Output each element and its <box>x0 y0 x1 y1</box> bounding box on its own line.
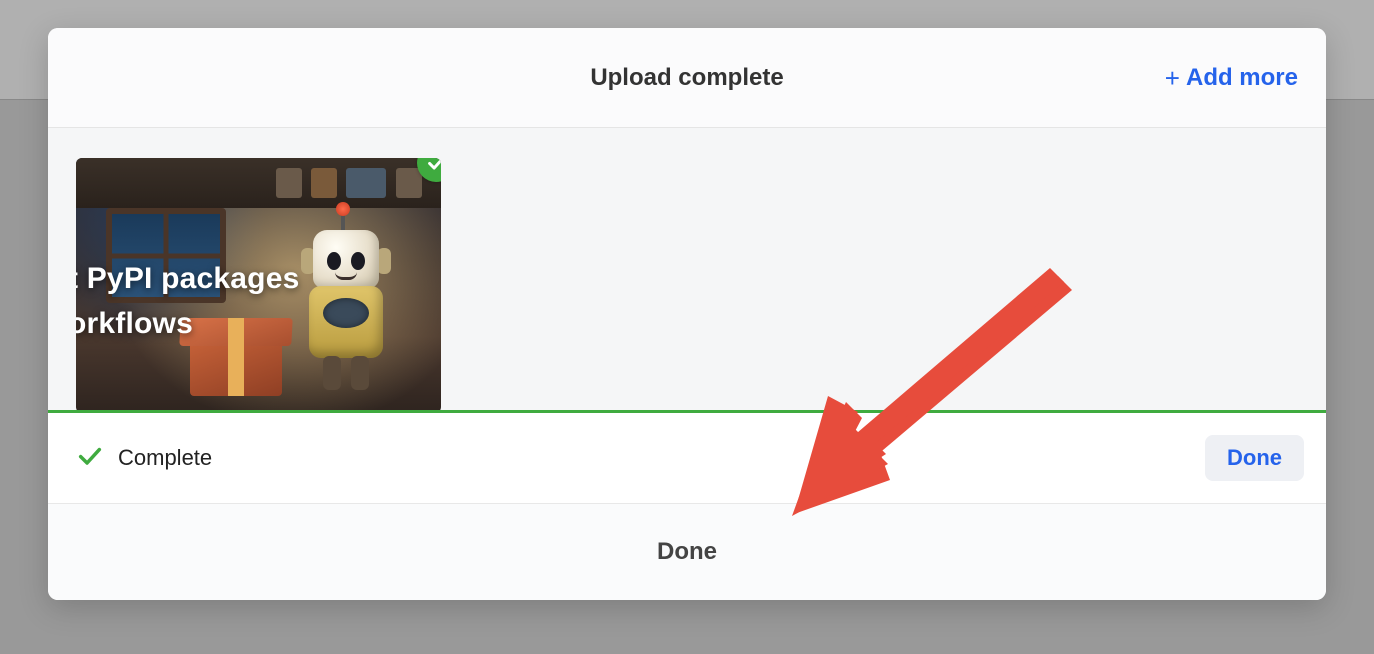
upload-progress-bar <box>48 410 1326 413</box>
status-text: Complete <box>118 445 212 471</box>
thumbnail-overlay-text: t PyPI packages orkflows <box>76 256 299 346</box>
done-button-inline[interactable]: Done <box>1205 435 1304 481</box>
plus-icon: + <box>1165 65 1180 91</box>
modal-footer: Done <box>48 504 1326 600</box>
add-more-button[interactable]: + Add more <box>1165 64 1298 92</box>
status-left: Complete <box>76 442 212 475</box>
status-check-icon <box>76 442 104 475</box>
check-icon <box>425 158 441 174</box>
upload-content-area: t PyPI packages orkflows <box>48 128 1326 413</box>
upload-complete-modal: Upload complete + Add more <box>48 28 1326 600</box>
done-button-footer[interactable]: Done <box>657 538 717 566</box>
upload-thumbnail[interactable]: t PyPI packages orkflows <box>76 158 441 413</box>
modal-header: Upload complete + Add more <box>48 28 1326 128</box>
upload-status-row: Complete Done <box>48 413 1326 504</box>
add-more-label: Add more <box>1186 64 1298 92</box>
modal-title: Upload complete <box>590 64 783 92</box>
